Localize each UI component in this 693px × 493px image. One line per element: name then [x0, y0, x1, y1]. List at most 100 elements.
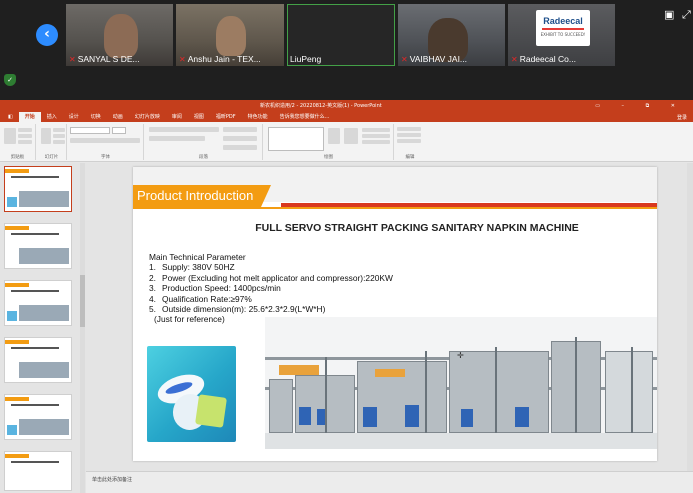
fullscreen-icon[interactable]: ⤢: [682, 8, 691, 22]
window-title: 新农机织造用/2 - 20220812-英文版(1) - PowerPoint: [260, 103, 382, 109]
smartart-button[interactable]: [223, 145, 257, 150]
slide-thumbnail-4[interactable]: [4, 337, 72, 383]
arrange-button[interactable]: [328, 128, 340, 144]
tab-insert[interactable]: 插入: [41, 112, 63, 122]
font-name-select[interactable]: [70, 127, 110, 134]
participant-name: LiuPeng: [290, 54, 322, 64]
machine-photo: [265, 317, 657, 449]
tab-animations[interactable]: 动画: [107, 112, 129, 122]
tab-review[interactable]: 审阅: [166, 112, 188, 122]
slide-thumbnail-3[interactable]: [4, 280, 72, 326]
logo-underline: [542, 28, 584, 30]
tell-me-search[interactable]: 告诉我您想要做什么...: [274, 112, 336, 122]
shapes-gallery[interactable]: [268, 127, 324, 151]
cut-button[interactable]: [18, 128, 32, 132]
notes-pane[interactable]: 单击此处添加备注: [86, 471, 693, 493]
tab-transitions[interactable]: 切换: [85, 112, 107, 122]
thumb-text: [11, 347, 59, 349]
signin-link[interactable]: 登录: [677, 114, 693, 121]
slide-thumbnail-5[interactable]: [4, 394, 72, 440]
parameter-item: 2. Power (Excluding hot melt applicator a…: [149, 273, 393, 283]
slide-thumbnail-1[interactable]: [4, 166, 72, 212]
thumb-image: [19, 305, 69, 321]
participant-tile-1[interactable]: ✕ SANYAL S DE...: [66, 4, 173, 66]
file-tab[interactable]: ◧: [2, 112, 19, 122]
group-drawing: 绘图: [264, 124, 394, 160]
back-arrow-button[interactable]: ‹: [36, 24, 58, 46]
thumb-text: [11, 290, 59, 292]
group-paragraph: 段落: [145, 124, 263, 160]
machine-motor: [405, 405, 419, 427]
tab-view[interactable]: 视图: [188, 112, 210, 122]
font-format-buttons[interactable]: [70, 138, 140, 143]
align-text-button[interactable]: [223, 136, 257, 141]
machine-post: [575, 337, 577, 433]
text-direction-button[interactable]: [223, 127, 257, 132]
find-button[interactable]: [397, 127, 421, 131]
parameter-text: Qualification Rate:≥97%: [162, 293, 252, 304]
slide-scrollbar[interactable]: [687, 163, 693, 471]
thumb-header: [5, 454, 29, 458]
machine-motor: [461, 409, 473, 427]
sanitary-napkin-image: [147, 346, 236, 442]
slide-thumbnail-2[interactable]: [4, 223, 72, 269]
tab-design[interactable]: 设计: [63, 112, 85, 122]
thumb-image: [7, 425, 17, 435]
parameter-item: 3. Production Speed: 1400pcs/min: [149, 283, 393, 293]
parameters-title: Main Technical Parameter: [149, 252, 246, 262]
reset-button[interactable]: [53, 134, 65, 138]
participant-video: [216, 16, 246, 56]
group-label: 绘图: [324, 155, 333, 160]
section-button[interactable]: [53, 140, 65, 144]
paste-button[interactable]: [4, 128, 16, 144]
slide-thumbnail-6[interactable]: [4, 451, 72, 491]
quick-styles-button[interactable]: [344, 128, 358, 144]
shape-fill-button[interactable]: [362, 128, 390, 132]
list-buttons[interactable]: [149, 127, 219, 132]
align-buttons[interactable]: [149, 136, 205, 141]
slide-thumbnail-pane: [0, 163, 86, 493]
machine-post: [425, 351, 427, 433]
orange-rule: [133, 207, 657, 209]
parameter-text: Supply: 380V 50HZ: [162, 262, 235, 273]
replace-button[interactable]: [397, 133, 421, 137]
security-shield-icon[interactable]: ✓: [4, 74, 16, 86]
video-call-bar: ‹ ✕ SANYAL S DE... ✕ Anshu Jain - TEX... L…: [0, 0, 693, 100]
thumb-header: [5, 226, 29, 230]
view-mode-icon[interactable]: ▣: [664, 8, 674, 21]
participant-tile-4[interactable]: ✕ VAIBHAV JAI...: [398, 4, 505, 66]
shape-effects-button[interactable]: [362, 140, 390, 144]
format-painter-button[interactable]: [18, 140, 32, 144]
thumb-text: [11, 404, 59, 406]
parameter-text: Power (Excluding hot melt applicator and…: [162, 272, 393, 283]
thumb-image: [19, 248, 69, 264]
ribbon-tabs: ◧ 开始 插入 设计 切换 动画 幻灯片放映 审阅 视图 福昕PDF 特色功能 …: [0, 112, 693, 122]
layout-button[interactable]: [53, 128, 65, 132]
window-controls[interactable]: ▭ – ⧉ ✕: [595, 100, 685, 112]
new-slide-button[interactable]: [41, 128, 51, 144]
tab-slideshow[interactable]: 幻灯片放映: [129, 112, 166, 122]
group-label: 编辑: [405, 155, 415, 160]
participant-tile-3-active[interactable]: LiuPeng: [287, 4, 395, 66]
tab-special[interactable]: 特色功能: [242, 112, 274, 122]
tab-home[interactable]: 开始: [18, 112, 41, 122]
mic-muted-icon: ✕: [511, 55, 518, 64]
mic-muted-icon: ✕: [179, 55, 186, 64]
logo-tagline: EXHIBIT TO SUCCEED!: [540, 32, 586, 37]
participant-tile-2[interactable]: ✕ Anshu Jain - TEX...: [176, 4, 284, 66]
scrollbar-thumb[interactable]: [80, 275, 85, 327]
company-logo: Radeecal EXHIBIT TO SUCCEED!: [536, 10, 590, 46]
shape-outline-button[interactable]: [362, 134, 390, 138]
machine-motor: [515, 407, 529, 427]
slide-canvas[interactable]: Product Introduction FULL SERVO STRAIGHT…: [133, 167, 657, 461]
thumbnail-scrollbar[interactable]: [80, 163, 85, 493]
participant-tile-5[interactable]: Radeecal EXHIBIT TO SUCCEED! ✕ Radeecal C…: [508, 4, 615, 66]
tab-foxit-pdf[interactable]: 福昕PDF: [210, 112, 242, 122]
select-button[interactable]: [397, 139, 421, 143]
parameter-number: 5.: [149, 304, 156, 315]
font-size-select[interactable]: [112, 127, 126, 134]
group-label: 段落: [199, 155, 208, 160]
group-label: 幻灯片: [44, 155, 59, 160]
copy-button[interactable]: [18, 134, 32, 138]
parameter-number: 2.: [149, 272, 156, 283]
